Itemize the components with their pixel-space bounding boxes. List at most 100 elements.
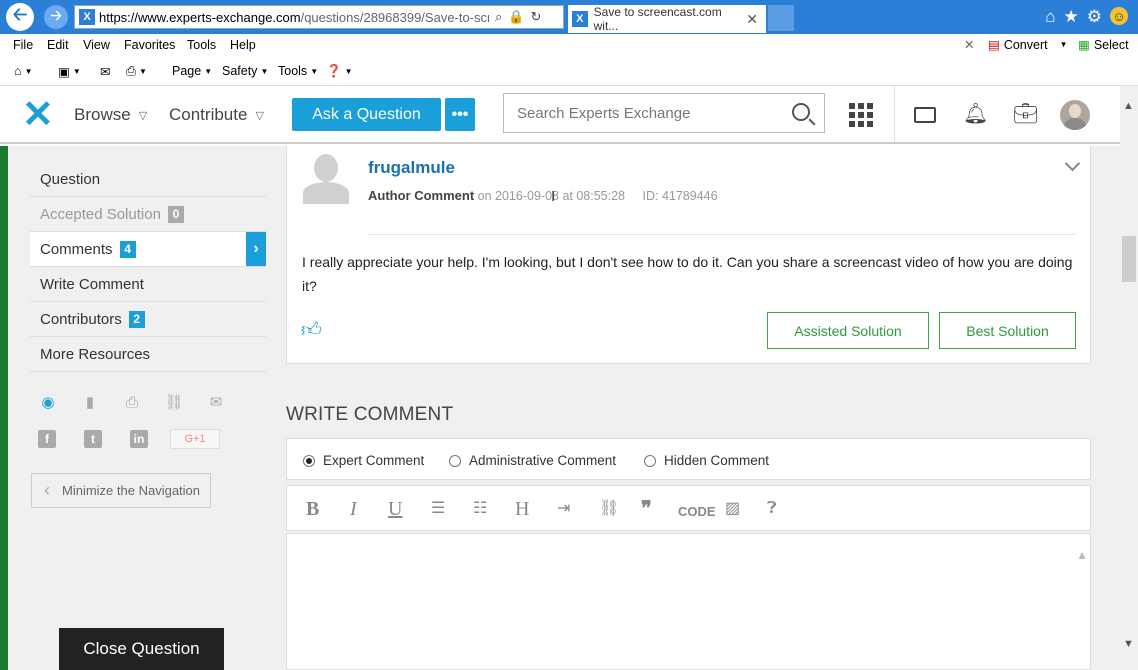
lock-icon[interactable]: 🔒 [508, 9, 524, 25]
ask-question-button[interactable]: Ask a Question [292, 98, 441, 131]
site-favicon-icon: X [79, 9, 95, 25]
print-icon[interactable]: ⎙ ▼ [126, 64, 147, 79]
print-icon[interactable]: ⎙ [122, 394, 142, 412]
search-icon[interactable]: ⌕ [495, 9, 502, 25]
chevron-left-icon: ‹ [44, 480, 50, 500]
page-scrollbar[interactable]: ▲ ▼ [1120, 86, 1138, 670]
select-button[interactable]: ▦ Select [1078, 37, 1129, 53]
minimize-label: Minimize the Navigation [62, 483, 201, 498]
menu-edit[interactable]: Edit [47, 38, 69, 52]
radio-administrative-comment[interactable]: Administrative Comment [449, 453, 616, 468]
tab-favicon-icon: X [572, 11, 588, 27]
bookmark-icon[interactable]: ▮ [80, 394, 100, 412]
briefcase-icon[interactable]: 💼︎ [1013, 104, 1038, 124]
safety-menu[interactable]: Safety ▼ [222, 64, 268, 78]
mail-icon[interactable] [914, 107, 936, 123]
bullet-list-icon[interactable]: ☰ [431, 498, 445, 520]
menu-tools[interactable]: Tools [187, 38, 216, 52]
bold-button[interactable]: B [306, 498, 319, 520]
sidenav-item-question[interactable]: Question [30, 162, 266, 197]
feedback-smiley-icon[interactable]: ☺ [1110, 7, 1128, 25]
radio-label: Administrative Comment [469, 453, 617, 468]
avatar[interactable] [1060, 100, 1090, 130]
bell-icon[interactable]: 🔔︎ [963, 104, 988, 124]
editor-scroll-up-icon[interactable]: ▲ [1076, 548, 1088, 562]
address-bar[interactable]: X https://www.experts-exchange.com/quest… [74, 5, 564, 29]
numbered-list-icon[interactable]: ☷ [473, 498, 487, 520]
convert-button[interactable]: ▤ Convert ▼ [988, 37, 1068, 53]
count-badge: 2 [128, 310, 145, 328]
browse-menu[interactable]: Browse ▽ [74, 105, 147, 125]
more-options-button[interactable]: ••• [445, 98, 475, 131]
sidenav-label: Comments [40, 240, 113, 258]
feeds-icon[interactable]: ▣ ▼ [58, 64, 81, 79]
thumbs-up-icon[interactable]: 👍︎ [301, 318, 322, 342]
linkedin-icon[interactable]: in [130, 430, 148, 448]
favorites-star-icon[interactable]: ★ [1064, 7, 1079, 27]
search-input[interactable]: Search Experts Exchange [503, 93, 825, 133]
radio-expert-comment[interactable]: Expert Comment [303, 453, 424, 468]
gear-icon[interactable]: ⚙ [1087, 7, 1102, 27]
forward-button[interactable]: 🡢 [44, 5, 68, 29]
new-tab-button[interactable] [768, 5, 794, 31]
sidenav-item-accepted-solution[interactable]: Accepted Solution 0 [30, 197, 266, 232]
read-mail-icon[interactable]: ✉ [100, 64, 110, 79]
sidenav-item-contributors[interactable]: Contributors 2 [30, 302, 266, 337]
close-bar-icon[interactable]: ✕ [964, 37, 974, 52]
heading-button[interactable]: H [515, 498, 529, 520]
refresh-icon[interactable]: ↻ [530, 9, 541, 25]
best-solution-button[interactable]: Best Solution [939, 312, 1076, 349]
help-icon[interactable]: ❓ ▼ [326, 64, 353, 79]
back-button[interactable]: 🡠 [6, 3, 34, 31]
assisted-solution-button[interactable]: Assisted Solution [767, 312, 929, 349]
comment-editor-textarea[interactable]: ▲ [286, 533, 1091, 670]
scrollbar-thumb[interactable] [1122, 236, 1136, 282]
facebook-icon[interactable]: f [38, 430, 56, 448]
tools-menu[interactable]: Tools ▼ [278, 64, 318, 78]
minimize-navigation-button[interactable]: ‹ Minimize the Navigation [31, 473, 211, 508]
radio-hidden-comment[interactable]: Hidden Comment [644, 453, 769, 468]
sidenav-label: Contributors [40, 310, 122, 328]
menu-view[interactable]: View [83, 38, 110, 52]
menu-favorites[interactable]: Favorites [124, 38, 175, 52]
scroll-down-icon[interactable]: ▼ [1123, 638, 1134, 650]
indent-icon[interactable]: ⇥ [557, 498, 570, 520]
select-icon: ▦ [1078, 38, 1090, 52]
underline-button[interactable]: U [388, 498, 402, 520]
sidenav-item-comments[interactable]: Comments 4 › [30, 232, 266, 267]
tab-close-icon[interactable]: ✕ [746, 11, 758, 28]
sidenav-item-write-comment[interactable]: Write Comment [30, 267, 266, 302]
home-icon[interactable]: ⌂ [1045, 7, 1055, 27]
twitter-icon[interactable]: t [84, 430, 102, 448]
italic-button[interactable]: I [350, 498, 357, 520]
link-icon[interactable]: ⛓ [599, 498, 619, 520]
home-toolbar-icon[interactable]: ⌂ ▼ [14, 64, 32, 78]
apps-grid-icon[interactable] [849, 103, 873, 127]
experts-exchange-logo[interactable]: ✕ [22, 96, 54, 134]
image-icon[interactable]: ▨ [725, 498, 740, 520]
scroll-up-icon[interactable]: ▲ [1123, 100, 1134, 112]
eye-icon[interactable]: ◉ [38, 394, 58, 412]
menu-file[interactable]: File [13, 38, 33, 52]
page-menu[interactable]: Page ▼ [172, 64, 212, 78]
code-button[interactable]: CODE [678, 501, 716, 523]
question-side-nav: Question Accepted Solution 0 Comments 4 › W… [30, 162, 266, 372]
search-icon[interactable] [792, 103, 810, 121]
radio-icon [644, 454, 656, 467]
quote-icon[interactable]: ❞ [641, 498, 652, 520]
help-circle-icon[interactable]: ❓︎ [767, 498, 777, 520]
comment-author[interactable]: frugalmule [368, 158, 455, 178]
menu-help[interactable]: Help [230, 38, 256, 52]
sidenav-item-more-resources[interactable]: More Resources [30, 337, 266, 372]
browse-label: Browse [74, 105, 131, 124]
email-icon[interactable]: ✉ [206, 394, 226, 412]
browser-tab[interactable]: X Save to screencast.com wit... ✕ [568, 5, 766, 33]
google-plus-button[interactable]: G+1 [170, 429, 220, 449]
chevron-down-icon[interactable] [1064, 155, 1081, 172]
comment-type-group: Expert Comment Administrative Comment Hi… [286, 438, 1091, 480]
radio-label: Hidden Comment [664, 453, 770, 468]
safety-menu-label: Safety [222, 64, 258, 78]
contribute-menu[interactable]: Contribute ▽ [169, 105, 264, 125]
link-icon[interactable]: ⛓ [164, 394, 184, 412]
close-question-button[interactable]: Close Question [59, 628, 224, 670]
